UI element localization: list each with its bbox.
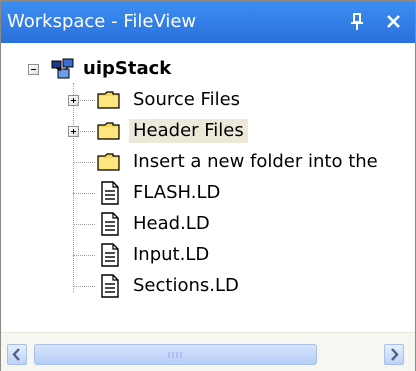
tree-item-file[interactable]: FLASH.LD (1, 177, 415, 209)
tree-item-new-folder[interactable]: Insert a new folder into the (1, 146, 415, 178)
tree-root-label: uipStack (83, 58, 172, 79)
tree-item-label: Head.LD (133, 213, 210, 234)
document-icon (100, 212, 120, 240)
chevron-right-icon (391, 348, 399, 361)
document-icon (100, 243, 120, 271)
collapse-toggle[interactable] (28, 64, 39, 75)
file-tree[interactable]: uipStack Source Files Header Files Inser… (1, 43, 415, 332)
tree-item-source-files[interactable]: Source Files (1, 84, 415, 116)
expand-toggle[interactable] (68, 126, 79, 137)
workspace-fileview-window: Workspace - FileView uipStack Source Fil… (0, 0, 416, 371)
pin-icon (351, 13, 363, 30)
close-button[interactable] (381, 9, 407, 35)
scroll-right-button[interactable] (384, 344, 404, 365)
tree-item-file[interactable]: Head.LD (1, 208, 415, 240)
folder-icon (97, 90, 121, 114)
tree-item-header-files[interactable]: Header Files (1, 115, 415, 147)
grip-icon (168, 352, 182, 358)
tree-item-label: Source Files (133, 89, 241, 110)
pin-button[interactable] (345, 9, 371, 35)
tree-item-label: Header Files (129, 119, 248, 143)
workspace-project-icon (51, 58, 75, 84)
tree-item-label: FLASH.LD (133, 182, 221, 203)
folder-icon (97, 152, 121, 176)
tree-item-label: Input.LD (133, 244, 210, 265)
tree-item-file[interactable]: Input.LD (1, 239, 415, 271)
chevron-left-icon (12, 348, 20, 361)
tree-item-file[interactable]: Sections.LD (1, 270, 415, 302)
scroll-thumb[interactable] (34, 344, 317, 365)
expand-toggle[interactable] (68, 95, 79, 106)
folder-icon (97, 121, 121, 145)
scroll-left-button[interactable] (7, 344, 27, 365)
tree-root-uipstack[interactable]: uipStack (1, 53, 415, 85)
close-icon (387, 15, 400, 28)
window-title: Workspace - FileView (7, 11, 197, 32)
tree-item-label: Sections.LD (133, 275, 239, 296)
tree-item-label: Insert a new folder into the (133, 151, 378, 172)
document-icon (100, 274, 120, 302)
title-bar[interactable]: Workspace - FileView (1, 1, 415, 43)
horizontal-scrollbar[interactable] (1, 332, 415, 371)
document-icon (100, 181, 120, 209)
